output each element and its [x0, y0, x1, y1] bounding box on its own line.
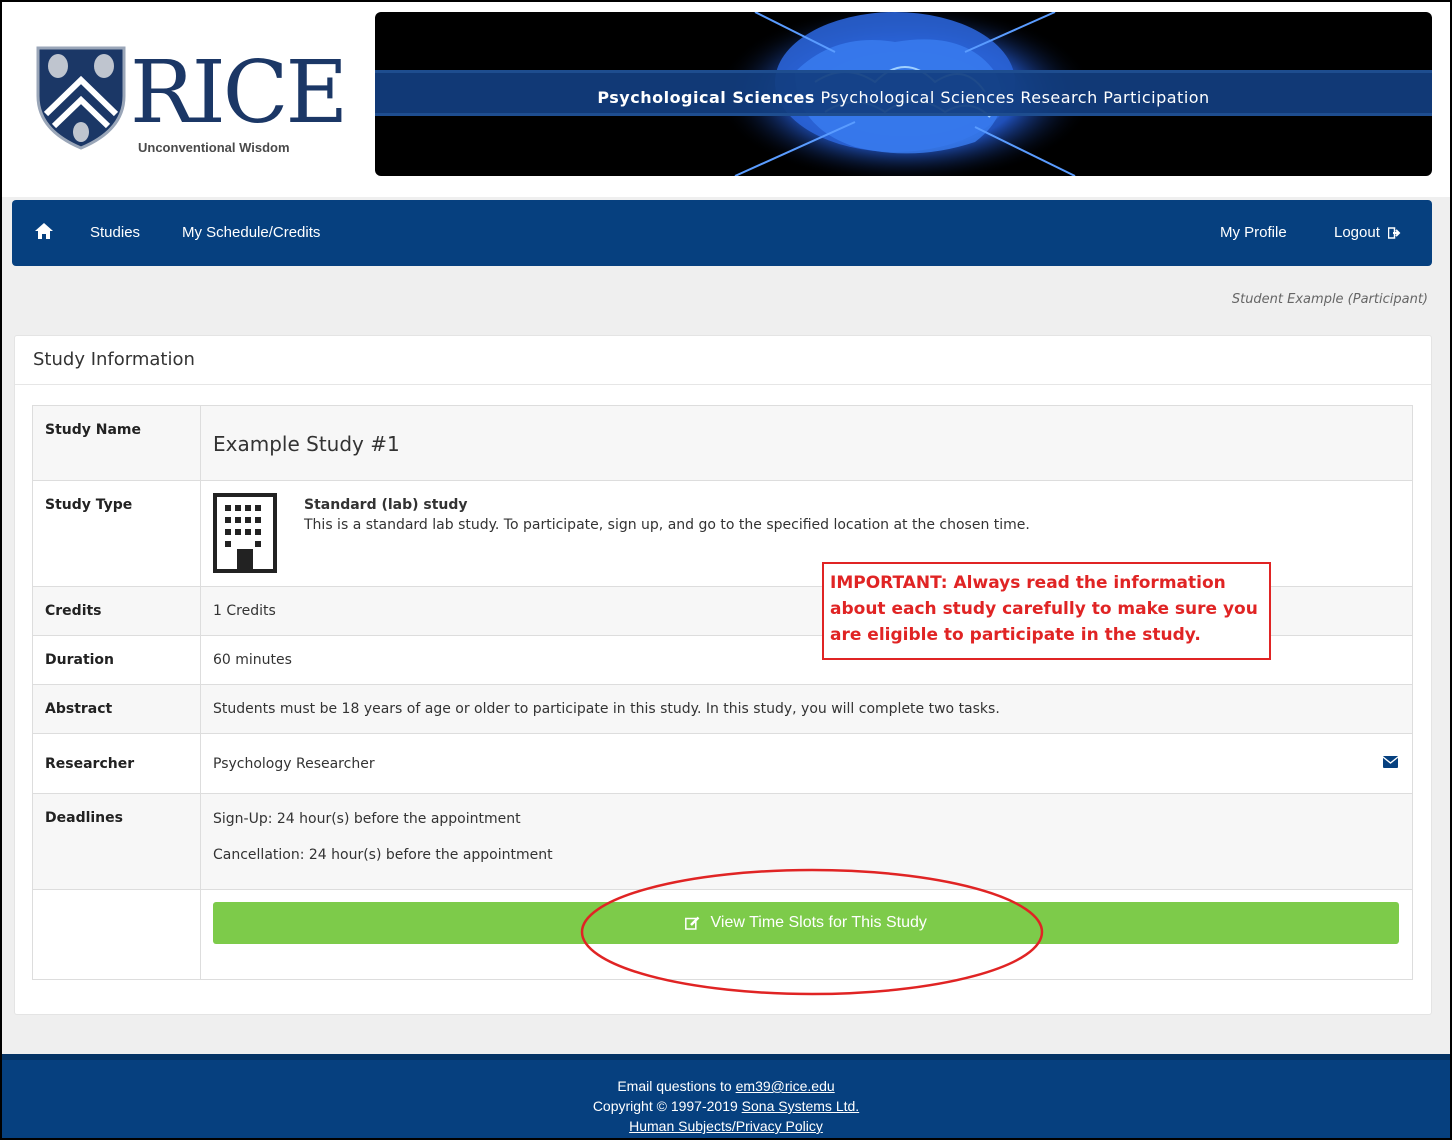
- nav-my-profile[interactable]: My Profile: [1220, 224, 1287, 241]
- footer-email-link[interactable]: em39@rice.edu: [736, 1078, 835, 1094]
- site-title-department: Psychological Sciences: [597, 88, 815, 107]
- important-annotation: IMPORTANT: Always read the information a…: [822, 562, 1271, 660]
- footer-policy-line: Human Subjects/Privacy Policy: [2, 1116, 1450, 1136]
- logout-icon: [1388, 227, 1401, 239]
- header: RICE Unconventional Wisdom Psychological…: [2, 2, 1450, 197]
- label-researcher: Researcher: [32, 733, 201, 794]
- row-study-name: Study Name Example Study #1: [32, 405, 1413, 481]
- footer-company-link[interactable]: Sona Systems Ltd.: [742, 1098, 860, 1114]
- label-study-name: Study Name: [32, 405, 201, 481]
- nav-logout[interactable]: Logout: [1334, 224, 1402, 241]
- value-cell-researcher: Psychology Researcher: [200, 733, 1413, 794]
- abstract-value: Students must be 18 years of age or olde…: [200, 684, 1413, 734]
- nav-logout-label: Logout: [1334, 224, 1380, 241]
- footer-email-prefix: Email questions to: [617, 1078, 736, 1094]
- site-title-text: Psychological Sciences Research Particip…: [820, 88, 1210, 107]
- nav-my-schedule-credits[interactable]: My Schedule/Credits: [182, 224, 320, 241]
- footer-copyright-line: Copyright © 1997-2019 Sona Systems Ltd.: [2, 1096, 1450, 1116]
- label-duration: Duration: [32, 635, 201, 685]
- label-deadlines: Deadlines: [32, 793, 201, 890]
- label-credits: Credits: [32, 586, 201, 636]
- rice-wordmark: RICE: [130, 43, 348, 143]
- study-type-description: This is a standard lab study. To partici…: [304, 517, 1030, 533]
- panel-title: Study Information: [33, 349, 195, 370]
- home-icon[interactable]: [34, 222, 54, 240]
- empty-label-cell: [32, 889, 201, 980]
- study-name-value: Example Study #1: [213, 432, 400, 456]
- label-study-type: Study Type: [32, 480, 201, 587]
- footer-privacy-policy-link[interactable]: Human Subjects/Privacy Policy: [629, 1118, 823, 1134]
- panel-heading: Study Information: [15, 336, 1431, 385]
- study-type-title: Standard (lab) study: [304, 497, 468, 513]
- header-banner: Psychological Sciences Psychological Sci…: [375, 12, 1432, 176]
- value-cell-study-name: Example Study #1: [200, 405, 1413, 481]
- highlight-ellipse: [580, 868, 1044, 996]
- deadline-cancellation: Cancellation: 24 hour(s) before the appo…: [213, 847, 553, 863]
- label-abstract: Abstract: [32, 684, 201, 734]
- rice-tagline: Unconventional Wisdom: [138, 140, 290, 155]
- email-icon[interactable]: [1383, 756, 1398, 768]
- site-title: Psychological Sciences Psychological Sci…: [375, 88, 1432, 107]
- footer: Email questions to em39@rice.edu Copyrig…: [2, 1054, 1450, 1138]
- row-researcher: Researcher Psychology Researcher: [32, 733, 1413, 794]
- rice-shield-icon: [36, 46, 126, 150]
- footer-email-line: Email questions to em39@rice.edu: [2, 1076, 1450, 1096]
- main-navbar: Studies My Schedule/Credits My Profile L…: [12, 200, 1432, 266]
- nav-studies[interactable]: Studies: [90, 224, 140, 241]
- building-icon: [213, 493, 277, 573]
- row-abstract: Abstract Students must be 18 years of ag…: [32, 684, 1413, 734]
- current-user: Student Example (Participant): [1231, 292, 1428, 307]
- rice-logo[interactable]: RICE Unconventional Wisdom: [12, 16, 348, 174]
- deadline-signup: Sign-Up: 24 hour(s) before the appointme…: [213, 811, 521, 827]
- page-frame: RICE Unconventional Wisdom Psychological…: [0, 0, 1452, 1140]
- footer-copyright-prefix: Copyright © 1997-2019: [592, 1098, 742, 1114]
- researcher-value: Psychology Researcher: [213, 755, 375, 772]
